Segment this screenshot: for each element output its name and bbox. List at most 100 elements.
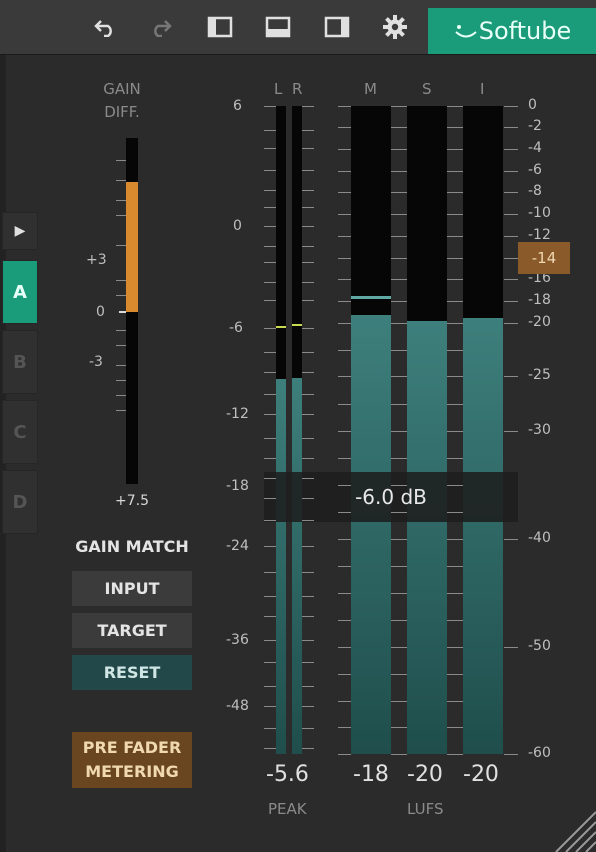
lufs-tick-mid2 [447,301,463,302]
lufs-tick-left [338,192,351,193]
lufs-tick-mid1 [391,727,407,728]
lufs-tick-mid2 [447,236,463,237]
lufs-tick-left [338,350,351,351]
peak-level-r [292,378,302,754]
play-button[interactable]: ▶ [2,212,38,250]
peak-tick-left [264,130,276,131]
lufs-tick-right [504,214,518,215]
peak-tick-left [264,300,276,301]
slot-c-button[interactable]: C [2,400,38,464]
target-button[interactable]: TARGET [72,613,192,648]
layout-left-icon[interactable] [207,14,233,40]
lufs-tick-left [338,214,351,215]
layout-right-icon[interactable] [324,14,350,40]
lufs-scale-label: -50 [528,638,551,654]
peak-tick-right [302,414,314,415]
lufs-tick-mid1 [391,539,407,540]
lufs-tick-mid2 [447,431,463,432]
lufs-tick-right [504,376,518,377]
lufs-tick-mid2 [447,376,463,377]
lufs-tick-mid2 [447,620,463,621]
slot-a-button[interactable]: A [2,260,38,324]
gear-icon[interactable] [382,14,408,40]
peak-tick-right [302,262,314,263]
lufs-tick-left [338,512,351,513]
peak-channel-l: L [274,80,283,98]
peak-channel-r: R [292,80,303,98]
gain-diff-tick [116,245,126,246]
lufs-tick-mid1 [391,754,407,755]
peak-tick-left [264,686,276,687]
lufs-tick-mid1 [391,192,407,193]
lufs-tick-mid1 [391,620,407,621]
gain-diff-tick [116,295,126,296]
lufs-tick-mid2 [447,485,463,486]
lufs-tick-mid1 [391,323,407,324]
lufs-tick-left [338,593,351,594]
peak-tick-left [264,190,276,191]
input-button[interactable]: INPUT [72,571,192,606]
peak-tick-right [302,246,314,247]
gain-diff-tick [116,365,126,366]
lufs-tick-mid1 [391,279,407,280]
gain-diff-tick [116,395,126,396]
lufs-tick-left [338,376,351,377]
lufs-tick-left [338,404,351,405]
lufs-channel-m: M [364,80,377,98]
peak-scale-minus48: -48 [226,698,249,714]
peak-value: -5.6 [266,762,309,787]
peak-tick-right [302,438,314,439]
lufs-tick-left [338,647,351,648]
lufs-tick-mid1 [391,566,407,567]
lufs-scale-label: -4 [528,140,542,156]
gain-diff-tick [116,330,126,331]
gain-diff-tick [116,380,126,381]
lufs-tick-left [338,236,351,237]
peak-label: PEAK [268,800,307,818]
lufs-tick-right [504,106,518,107]
reset-button[interactable]: RESET [72,655,192,690]
lufs-scale-label: -60 [528,745,551,761]
peak-hold-r [292,324,302,326]
peak-tick-right [302,478,314,479]
resize-grip-icon[interactable] [546,802,596,852]
softube-logo[interactable]: Softube [428,8,596,54]
undo-icon[interactable] [92,14,118,40]
lufs-tick-left [338,754,351,755]
peak-tick-left [264,616,276,617]
pre-fader-metering-button[interactable]: PRE FADER METERING [72,732,192,788]
lufs-tick-mid1 [391,593,407,594]
redo-icon[interactable] [148,14,174,40]
smile-icon [455,25,477,38]
lufs-tick-left [338,539,351,540]
lufs-tick-right [504,258,518,259]
lufs-tick-left [338,171,351,172]
peak-tick-right [302,546,314,547]
lufs-tick-mid1 [391,701,407,702]
lufs-tick-mid1 [391,214,407,215]
gain-diff-bar [126,182,138,312]
lufs-scale-label: -25 [528,367,551,383]
peak-tick-right [302,662,314,663]
lufs-tick-mid2 [447,593,463,594]
peak-tick-left [264,372,276,373]
lufs-tick-right [504,149,518,150]
lufs-tick-left [338,674,351,675]
lufs-tick-mid2 [447,149,463,150]
slot-d-button[interactable]: D [2,470,38,534]
lufs-tick-mid1 [391,458,407,459]
peak-tick-left [264,148,276,149]
peak-tick-left [264,520,276,521]
peak-tick-right [302,226,314,227]
peak-tick-right [302,748,314,749]
gain-diff-tick [116,345,126,346]
lufs-scale-label: -20 [528,314,551,330]
lufs-tick-left [338,258,351,259]
lufs-scale-label: -8 [528,183,542,199]
slot-b-button[interactable]: B [2,330,38,394]
layout-bottom-icon[interactable] [265,14,291,40]
peak-hold-l [276,326,286,328]
peak-tick-right [302,498,314,499]
peak-tick-left [264,170,276,171]
target-badge[interactable]: -14 [518,242,570,274]
